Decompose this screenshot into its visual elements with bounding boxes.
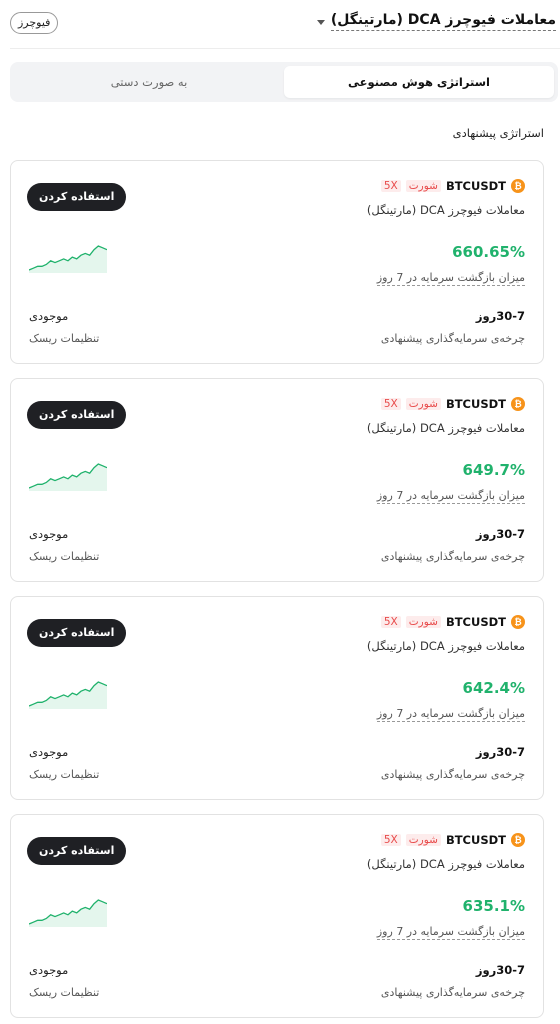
strategy-mode-tabs: استراتژی هوش مصنوعی به صورت دستی bbox=[10, 62, 558, 102]
side-badge: شورت bbox=[405, 398, 441, 410]
strategy-card: ₿ BTCUSDT شورت 5X معاملات فیوچرز DCA (ما… bbox=[10, 160, 544, 364]
header: معاملات فیوچرز DCA (مارتینگل) فیوچرز bbox=[0, 0, 560, 49]
risk-setting-label: تنظیمات ریسک bbox=[29, 550, 100, 563]
strategy-name: معاملات فیوچرز DCA (مارتینگل) bbox=[366, 203, 525, 217]
risk-setting-label: تنظیمات ریسک bbox=[29, 986, 100, 999]
strategy-type-selector[interactable]: معاملات فیوچرز DCA (مارتینگل) bbox=[316, 12, 556, 31]
investment-cycle-value: 30-7روز bbox=[475, 309, 525, 323]
risk-setting-value: موجودی bbox=[29, 527, 69, 541]
trading-pair: BTCUSDT bbox=[445, 833, 506, 847]
roi-value: 649.7% bbox=[462, 461, 525, 479]
chevron-down-icon[interactable] bbox=[316, 20, 325, 25]
investment-cycle-value: 30-7روز bbox=[475, 963, 525, 977]
roi-label[interactable]: میزان بازگشت سرمایه در 7 روز bbox=[376, 925, 525, 940]
sparkline-area bbox=[29, 464, 107, 491]
card-header-row: ₿ BTCUSDT شورت 5X bbox=[380, 397, 525, 411]
strategy-name: معاملات فیوچرز DCA (مارتینگل) bbox=[366, 857, 525, 871]
leverage-badge: 5X bbox=[380, 834, 401, 846]
roi-sparkline bbox=[29, 463, 107, 491]
leverage-badge: 5X bbox=[380, 398, 401, 410]
strategy-card-list: ₿ BTCUSDT شورت 5X معاملات فیوچرز DCA (ما… bbox=[10, 160, 544, 1024]
investment-cycle-value: 30-7روز bbox=[475, 527, 525, 541]
strategy-card: ₿ BTCUSDT شورت 5X معاملات فیوچرز DCA (ما… bbox=[10, 378, 544, 582]
risk-setting-value: موجودی bbox=[29, 745, 69, 759]
header-divider bbox=[10, 48, 560, 49]
risk-setting-label: تنظیمات ریسک bbox=[29, 332, 100, 345]
sparkline-area bbox=[29, 900, 107, 927]
trading-pair: BTCUSDT bbox=[445, 615, 506, 629]
use-strategy-button[interactable]: استفاده کردن bbox=[27, 619, 127, 647]
page-title[interactable]: معاملات فیوچرز DCA (مارتینگل) bbox=[330, 12, 556, 31]
strategy-name: معاملات فیوچرز DCA (مارتینگل) bbox=[366, 421, 525, 435]
roi-value: 635.1% bbox=[462, 897, 525, 915]
use-strategy-button[interactable]: استفاده کردن bbox=[27, 837, 127, 865]
bitcoin-icon: ₿ bbox=[511, 833, 525, 847]
tab-manual[interactable]: به صورت دستی bbox=[14, 66, 284, 98]
section-title: استراتژی پیشنهادی bbox=[452, 126, 544, 140]
bitcoin-icon: ₿ bbox=[511, 615, 525, 629]
investment-cycle-label: چرخه‌ی سرمایه‌گذاری پیشنهادی bbox=[380, 332, 525, 345]
strategy-card: ₿ BTCUSDT شورت 5X معاملات فیوچرز DCA (ما… bbox=[10, 596, 544, 800]
trading-pair: BTCUSDT bbox=[445, 397, 506, 411]
roi-label[interactable]: میزان بازگشت سرمایه در 7 روز bbox=[376, 271, 525, 286]
leverage-badge: 5X bbox=[380, 616, 401, 628]
investment-cycle-label: چرخه‌ی سرمایه‌گذاری پیشنهادی bbox=[380, 768, 525, 781]
roi-label[interactable]: میزان بازگشت سرمایه در 7 روز bbox=[376, 707, 525, 722]
card-header-row: ₿ BTCUSDT شورت 5X bbox=[380, 833, 525, 847]
roi-sparkline bbox=[29, 899, 107, 927]
tab-ai-strategy[interactable]: استراتژی هوش مصنوعی bbox=[284, 66, 554, 98]
strategy-name: معاملات فیوچرز DCA (مارتینگل) bbox=[366, 639, 525, 653]
risk-setting-value: موجودی bbox=[29, 963, 69, 977]
roi-value: 642.4% bbox=[462, 679, 525, 697]
sparkline-area bbox=[29, 682, 107, 709]
side-badge: شورت bbox=[405, 616, 441, 628]
risk-setting-value: موجودی bbox=[29, 309, 69, 323]
side-badge: شورت bbox=[405, 180, 441, 192]
roi-label[interactable]: میزان بازگشت سرمایه در 7 روز bbox=[376, 489, 525, 504]
card-header-row: ₿ BTCUSDT شورت 5X bbox=[380, 615, 525, 629]
market-type-chip[interactable]: فیوچرز bbox=[10, 12, 59, 34]
roi-sparkline bbox=[29, 681, 107, 709]
investment-cycle-value: 30-7روز bbox=[475, 745, 525, 759]
bitcoin-icon: ₿ bbox=[511, 179, 525, 193]
trading-pair: BTCUSDT bbox=[445, 179, 506, 193]
sparkline-area bbox=[29, 246, 107, 273]
strategy-card: ₿ BTCUSDT شورت 5X معاملات فیوچرز DCA (ما… bbox=[10, 814, 544, 1018]
use-strategy-button[interactable]: استفاده کردن bbox=[27, 401, 127, 429]
roi-value: 660.65% bbox=[452, 243, 525, 261]
use-strategy-button[interactable]: استفاده کردن bbox=[27, 183, 127, 211]
card-header-row: ₿ BTCUSDT شورت 5X bbox=[380, 179, 525, 193]
investment-cycle-label: چرخه‌ی سرمایه‌گذاری پیشنهادی bbox=[380, 986, 525, 999]
investment-cycle-label: چرخه‌ی سرمایه‌گذاری پیشنهادی bbox=[380, 550, 525, 563]
leverage-badge: 5X bbox=[380, 180, 401, 192]
side-badge: شورت bbox=[405, 834, 441, 846]
roi-sparkline bbox=[29, 245, 107, 273]
risk-setting-label: تنظیمات ریسک bbox=[29, 768, 100, 781]
bitcoin-icon: ₿ bbox=[511, 397, 525, 411]
